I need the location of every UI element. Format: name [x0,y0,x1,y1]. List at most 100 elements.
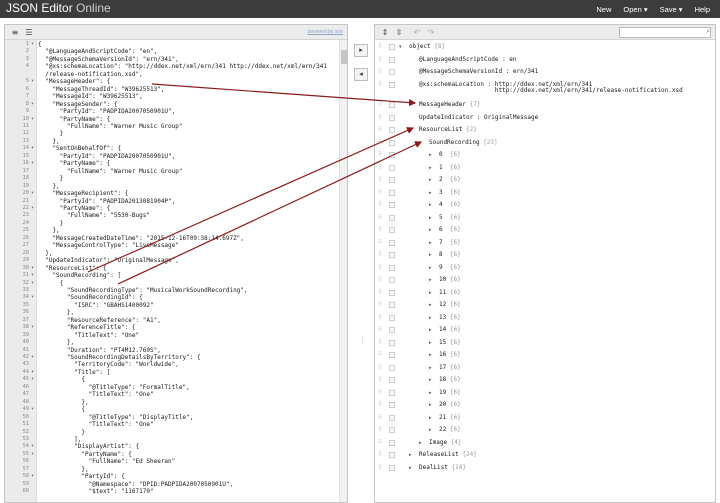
code-line-text[interactable]: } [38,175,64,182]
code-scrollbar[interactable] [339,40,347,502]
code-line-text[interactable]: "@MessageSchemaVersionId": "ern/341", [38,56,179,63]
expand-toggle-icon[interactable]: ▸ [429,224,432,237]
code-line[interactable]: 49 ▾ { [5,406,335,413]
context-menu-button[interactable] [389,202,395,208]
tree-node-key[interactable]: @MessageSchemaVersionId : ern/341 [419,68,538,75]
context-menu-button[interactable] [389,264,395,271]
tree-node-key[interactable]: http://ddex.net/xml/ern/341/release-noti… [419,87,683,94]
code-line[interactable]: 53 ], [5,436,335,443]
code-line[interactable]: 31 ▾ "SoundRecording": [ [5,272,335,279]
drag-handle-icon[interactable]: ⠿ [378,452,384,458]
tree-node-key[interactable]: ResourceList [419,126,462,133]
expand-all-icon[interactable]: ⇕ [379,27,391,38]
tree-node[interactable]: ⠿ ▸ 3 {6} [375,187,715,200]
tree-node-label[interactable]: 6 {6} [439,224,461,237]
code-line[interactable]: 44 ▾ "Title": [ [5,369,335,376]
drag-handle-icon[interactable]: ⠿ [378,239,384,246]
drag-handle-icon[interactable]: ⠿ [378,139,384,146]
code-line-text[interactable]: { [38,41,42,48]
tree-node-label[interactable]: 16 {6} [439,349,461,362]
code-line-text[interactable]: } [38,429,85,436]
drag-handle-icon[interactable]: ⠿ [378,314,384,321]
code-line-text[interactable]: "ReferenceTitle": { [38,324,136,331]
code-line[interactable]: 60 "$text": "1167170" [5,488,335,495]
code-line-text[interactable]: { [38,376,85,383]
expand-toggle-icon[interactable]: ▸ [429,237,432,250]
context-menu-button[interactable] [389,214,395,221]
compact-icon[interactable]: ☰ [23,27,35,38]
code-line-text[interactable]: "MessageHeader": { [38,78,110,85]
context-menu-button[interactable] [389,339,395,346]
tree-node-key[interactable]: SoundRecording [429,139,480,146]
tree-node[interactable]: ⠿ ▸ 9 {6} [375,262,715,275]
code-line[interactable]: 58 ▾ "PartyId": { [5,473,335,480]
tree-node-label[interactable]: object {8} [409,41,445,54]
fold-toggle-icon[interactable]: ▾ [31,160,34,167]
code-line[interactable]: 55 ▾ "PartyName": { [5,451,335,458]
context-menu-button[interactable] [389,464,395,471]
context-menu-button[interactable] [389,289,395,296]
code-line[interactable]: 15 "PartyId": "PADPIDA2007050901U", [5,153,335,160]
expand-toggle-icon[interactable]: ▸ [429,387,432,400]
code-line[interactable]: 50 "@TitleType": "DisplayTitle", [5,414,335,421]
context-menu-button[interactable] [389,389,395,396]
fold-toggle-icon[interactable]: ▾ [31,272,34,279]
tree-node-label[interactable]: 22 {6} [439,424,461,437]
drag-handle-icon[interactable]: ⠿ [378,414,384,421]
tree-node-label[interactable]: 0 {6} [439,149,461,162]
tree-node[interactable]: ⠿ ▸ 2 {6} [375,174,715,187]
code-line-text[interactable]: }, [38,138,59,145]
tree-node-label[interactable]: 18 {6} [439,374,461,387]
code-line-text[interactable]: } [38,130,64,137]
redo-icon[interactable]: ↷ [425,27,437,38]
tree-node[interactable]: ⠿ ▸ 17 {6} [375,362,715,375]
drag-handle-icon[interactable]: ⠿ [378,277,384,283]
context-menu-button[interactable] [389,177,395,183]
context-menu-button[interactable] [389,81,395,88]
code-line-text[interactable]: "TerritoryCode": "Worldwide", [38,361,179,368]
fold-toggle-icon[interactable]: ▾ [31,265,34,272]
expand-toggle-icon[interactable]: ▾ [399,41,402,54]
code-line[interactable]: 39 "TitleText": "One" [5,332,335,339]
expand-toggle-icon[interactable]: ▸ [419,437,422,450]
code-line-text[interactable]: "@LanguageAndScriptCode": "en", [38,48,157,55]
tree-node[interactable]: ⠿ ▸ 0 {6} [375,149,715,162]
code-line-text[interactable]: "SoundRecordingId": { [38,294,143,301]
drag-handle-icon[interactable]: ⠿ [378,152,384,158]
tree-node-label[interactable]: 11 {6} [439,287,461,300]
context-menu-button[interactable] [389,327,395,333]
tree-node-key[interactable]: @LanguageAndScriptCode : en [419,56,517,63]
code-line-text[interactable]: { [38,280,64,287]
tree-node[interactable]: ⠿ ▸ 11 {6} [375,287,715,300]
code-line-text[interactable]: "PartyId": "PADPIDA2007050901U", [38,108,176,115]
code-line-text[interactable]: "SoundRecordingType": "MusicalWorkSoundR… [38,287,248,294]
code-scrollbar-thumb[interactable] [341,50,347,64]
tree-node[interactable]: ⠿ ▸ 8 {6} [375,249,715,262]
tree-node-label[interactable]: 14 {6} [439,324,461,337]
tree-node-label[interactable]: @LanguageAndScriptCode : en [419,54,517,67]
code-line-text[interactable]: "TitleText": "One" [38,391,154,398]
fold-toggle-icon[interactable]: ▾ [31,116,34,123]
code-line[interactable]: 27 "MessageControlType": "LiveMessage" [5,242,335,249]
expand-toggle-icon[interactable]: ▸ [429,212,432,225]
code-line[interactable]: 24 } [5,220,335,227]
context-menu-button[interactable] [389,102,395,108]
tree-node[interactable]: ⠿ ▸ 13 {6} [375,312,715,325]
expand-toggle-icon[interactable]: ▸ [409,462,412,475]
fold-toggle-icon[interactable]: ▾ [31,376,34,383]
drag-handle-icon[interactable]: ⠿ [378,102,384,108]
code-line[interactable]: 56 "FullName": "Ed Sheeran" [5,458,335,465]
code-line-text[interactable]: "PartyId": { [38,473,124,480]
code-line[interactable]: 22 ▾ "PartyName": { [5,205,335,212]
context-menu-button[interactable] [389,427,395,433]
tree-node[interactable]: ⠿ @MessageSchemaVersionId : ern/341 [375,66,715,79]
tree-node-label[interactable]: Image {4} [429,437,462,450]
tree-node-key[interactable]: MessageHeader [419,101,466,108]
expand-toggle-icon[interactable]: ▸ [429,349,432,362]
expand-toggle-icon[interactable]: ▾ [419,137,422,150]
tree-node[interactable]: ⠿ ▸ 22 {6} [375,424,715,437]
code-line[interactable]: 46 "@TitleType": "FormalTitle", [5,384,335,391]
code-line-text[interactable]: "MessageId": "W39625513", [38,93,142,100]
expand-toggle-icon[interactable]: ▸ [429,262,432,275]
fold-toggle-icon[interactable]: ▾ [31,354,34,361]
